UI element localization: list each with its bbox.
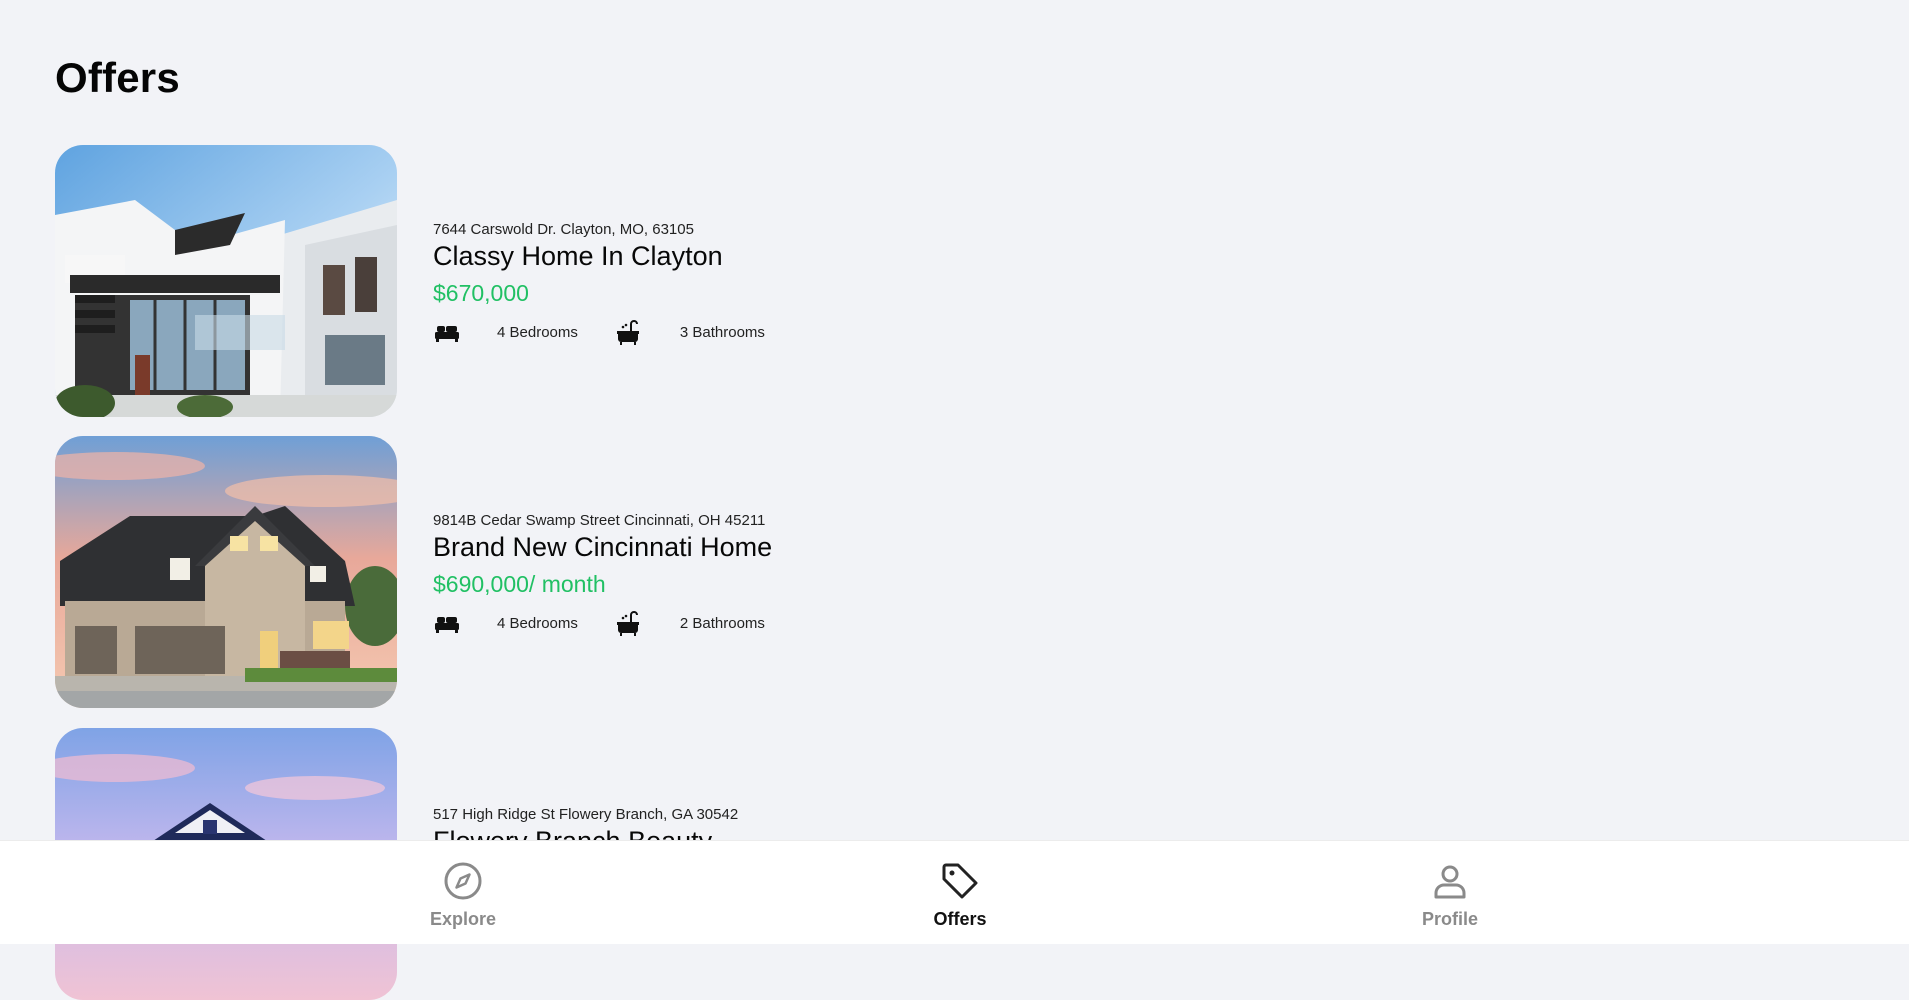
bed-icon — [435, 326, 459, 342]
listing-card[interactable]: 9814B Cedar Swamp Street Cincinnati, OH … — [55, 436, 855, 708]
listing-info: 7644 Carswold Dr. Clayton, MO, 63105 Cla… — [433, 221, 765, 347]
nav-explore-label: Explore — [429, 909, 497, 929]
listing-photo[interactable] — [55, 436, 397, 708]
tag-icon — [942, 863, 978, 899]
bottom-nav: Explore Offers Profile — [0, 840, 1909, 944]
modern-house-photo — [55, 145, 397, 417]
page-title: Offers — [55, 54, 180, 101]
listing-card[interactable]: 7644 Carswold Dr. Clayton, MO, 63105 Cla… — [55, 145, 855, 417]
listing-address: 9814B Cedar Swamp Street Cincinnati, OH … — [433, 512, 766, 529]
bed-icon — [435, 617, 459, 633]
nav-explore[interactable]: Explore — [383, 859, 543, 930]
listing-address: 7644 Carswold Dr. Clayton, MO, 63105 — [433, 221, 694, 238]
nav-offers[interactable]: Offers — [880, 859, 1040, 930]
bedrooms-count: 4 Bedrooms — [497, 614, 578, 632]
bathrooms-count: 3 Bathrooms — [679, 323, 765, 341]
listing-address: 517 High Ridge St Flowery Branch, GA 305… — [433, 806, 739, 823]
listing-info: 9814B Cedar Swamp Street Cincinnati, OH … — [433, 512, 772, 638]
listing-name[interactable]: Classy Home In Clayton — [433, 241, 765, 272]
listing-features: 4 Bedrooms 2 Bathrooms — [433, 608, 772, 638]
listing-price: $670,000 — [433, 280, 529, 306]
listing-price: $690,000/ month — [433, 571, 606, 597]
bathrooms-count: 2 Bathrooms — [679, 614, 765, 632]
user-icon — [1434, 865, 1466, 899]
nav-profile-label: Profile — [1421, 909, 1478, 929]
nav-profile[interactable]: Profile — [1370, 859, 1530, 930]
listing-name[interactable]: Brand New Cincinnati Home — [433, 532, 772, 563]
bathtub-icon — [616, 611, 639, 636]
listing-features: 4 Bedrooms 3 Bathrooms — [433, 317, 765, 347]
bedrooms-count: 4 Bedrooms — [497, 323, 578, 341]
nav-offers-label: Offers — [933, 909, 987, 929]
suburban-house-photo — [55, 436, 397, 708]
listing-photo[interactable] — [55, 145, 397, 417]
bathtub-icon — [616, 320, 639, 345]
compass-icon — [444, 862, 482, 900]
